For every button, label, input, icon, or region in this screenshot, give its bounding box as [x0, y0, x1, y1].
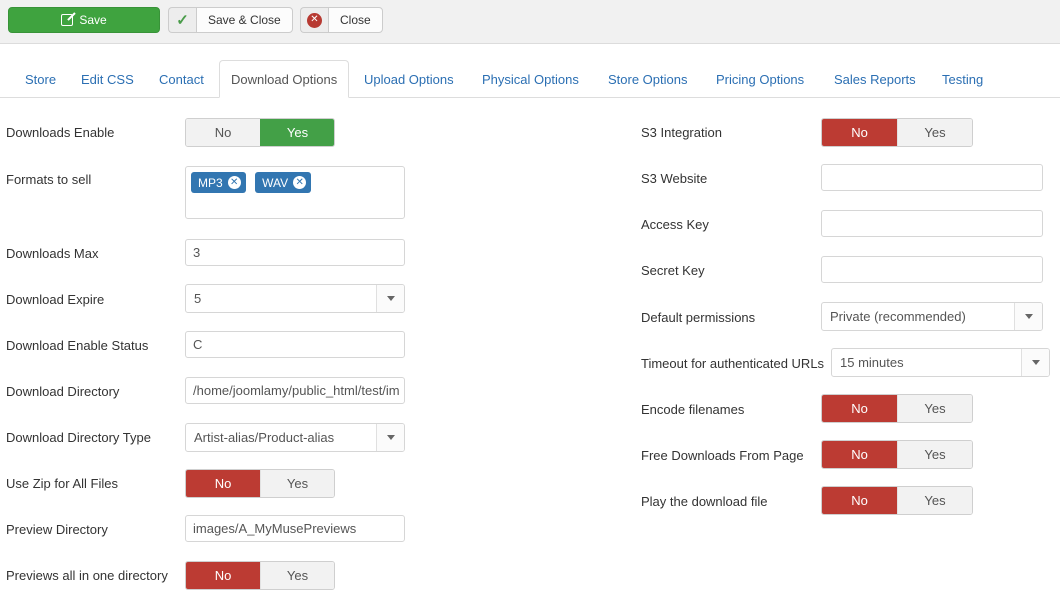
- formats-to-sell-field[interactable]: MP3 ✕ WAV ✕: [185, 166, 405, 219]
- label-s3-integration: S3 Integration: [641, 125, 722, 140]
- label-default-permissions: Default permissions: [641, 310, 755, 325]
- toggle-free-downloads-from-page-no[interactable]: No: [822, 441, 897, 468]
- label-encode-filenames: Encode filenames: [641, 402, 744, 417]
- label-download-enable-status: Download Enable Status: [6, 338, 148, 353]
- select-download-directory-type-value: Artist-alias/Product-alias: [186, 424, 376, 451]
- chevron-down-icon[interactable]: [376, 424, 404, 451]
- save-button[interactable]: Save: [8, 7, 160, 33]
- label-use-zip-for-all-files: Use Zip for All Files: [6, 476, 118, 491]
- toggle-use-zip-for-all-files-no[interactable]: No: [186, 470, 260, 497]
- remove-tag-icon[interactable]: ✕: [228, 176, 241, 189]
- input-secret-key[interactable]: [821, 256, 1043, 283]
- toggle-downloads-enable[interactable]: No Yes: [185, 118, 335, 147]
- tag-mp3[interactable]: MP3 ✕: [191, 172, 246, 193]
- label-access-key: Access Key: [641, 217, 709, 232]
- chevron-down-icon[interactable]: [1021, 349, 1049, 376]
- toggle-play-the-download-file[interactable]: No Yes: [821, 486, 973, 515]
- input-access-key[interactable]: [821, 210, 1043, 237]
- x-circle-icon-cell[interactable]: ✕: [300, 7, 328, 33]
- label-download-expire: Download Expire: [6, 292, 104, 307]
- select-default-permissions-value: Private (recommended): [822, 303, 1014, 330]
- select-download-expire[interactable]: 5: [185, 284, 405, 313]
- tab-bar: Store Edit CSS Contact Download Options …: [0, 60, 1060, 98]
- tab-sales-reports[interactable]: Sales Reports: [823, 60, 927, 98]
- tag-wav[interactable]: WAV ✕: [255, 172, 311, 193]
- toggle-previews-all-in-one-directory[interactable]: No Yes: [185, 561, 335, 590]
- label-downloads-max: Downloads Max: [6, 246, 99, 261]
- tab-testing[interactable]: Testing: [931, 60, 994, 98]
- label-previews-all-in-one-directory: Previews all in one directory: [6, 568, 168, 583]
- tab-store-options[interactable]: Store Options: [597, 60, 699, 98]
- select-download-expire-value: 5: [186, 285, 376, 312]
- select-timeout-for-authenticated-urls[interactable]: 15 minutes: [831, 348, 1050, 377]
- save-and-close-button[interactable]: Save & Close: [196, 7, 293, 33]
- toggle-encode-filenames-no[interactable]: No: [822, 395, 897, 422]
- label-download-directory: Download Directory: [6, 384, 119, 399]
- label-formats-to-sell: Formats to sell: [6, 172, 91, 187]
- toggle-use-zip-for-all-files-yes[interactable]: Yes: [260, 470, 334, 497]
- save-and-close-button-group[interactable]: ✓ Save & Close: [168, 7, 293, 33]
- tag-wav-label: WAV: [262, 176, 288, 190]
- label-preview-directory: Preview Directory: [6, 522, 108, 537]
- toggle-free-downloads-from-page-yes[interactable]: Yes: [897, 441, 972, 468]
- toggle-previews-all-in-one-directory-no[interactable]: No: [186, 562, 260, 589]
- input-s3-website[interactable]: [821, 164, 1043, 191]
- toggle-use-zip-for-all-files[interactable]: No Yes: [185, 469, 335, 498]
- toggle-s3-integration-no[interactable]: No: [822, 119, 897, 146]
- toggle-s3-integration-yes[interactable]: Yes: [897, 119, 972, 146]
- tag-mp3-label: MP3: [198, 176, 223, 190]
- label-download-directory-type: Download Directory Type: [6, 430, 151, 445]
- save-button-label: Save: [79, 14, 106, 26]
- chevron-down-icon[interactable]: [376, 285, 404, 312]
- toggle-previews-all-in-one-directory-yes[interactable]: Yes: [260, 562, 334, 589]
- toggle-s3-integration[interactable]: No Yes: [821, 118, 973, 147]
- label-s3-website: S3 Website: [641, 171, 707, 186]
- input-download-enable-status[interactable]: C: [185, 331, 405, 358]
- save-button-group: Save: [8, 7, 160, 33]
- tab-download-options[interactable]: Download Options: [219, 60, 349, 98]
- pencil-square-icon: [61, 14, 73, 26]
- toolbar: Save ✓ Save & Close ✕ Close: [0, 0, 1060, 44]
- label-secret-key: Secret Key: [641, 263, 705, 278]
- tab-store[interactable]: Store: [14, 60, 67, 98]
- close-button-group[interactable]: ✕ Close: [300, 7, 383, 33]
- toggle-encode-filenames-yes[interactable]: Yes: [897, 395, 972, 422]
- tab-edit-css[interactable]: Edit CSS: [70, 60, 145, 98]
- tab-pricing-options[interactable]: Pricing Options: [705, 60, 815, 98]
- label-timeout-for-authenticated-urls: Timeout for authenticated URLs: [641, 356, 824, 371]
- close-button[interactable]: Close: [328, 7, 383, 33]
- input-download-directory[interactable]: /home/joomlamy/public_html/test/im: [185, 377, 405, 404]
- label-downloads-enable: Downloads Enable: [6, 125, 114, 140]
- check-icon: ✓: [176, 13, 189, 28]
- toggle-play-the-download-file-yes[interactable]: Yes: [897, 487, 972, 514]
- remove-tag-icon[interactable]: ✕: [293, 176, 306, 189]
- x-circle-icon: ✕: [307, 13, 322, 28]
- tab-contact[interactable]: Contact: [148, 60, 215, 98]
- select-timeout-for-authenticated-urls-value: 15 minutes: [832, 349, 1021, 376]
- toggle-play-the-download-file-no[interactable]: No: [822, 487, 897, 514]
- input-preview-directory[interactable]: images/A_MyMusePreviews: [185, 515, 405, 542]
- toggle-encode-filenames[interactable]: No Yes: [821, 394, 973, 423]
- chevron-down-icon[interactable]: [1014, 303, 1042, 330]
- label-free-downloads-from-page: Free Downloads From Page: [641, 448, 804, 463]
- toggle-downloads-enable-yes[interactable]: Yes: [260, 119, 334, 146]
- input-downloads-max[interactable]: 3: [185, 239, 405, 266]
- check-icon-cell[interactable]: ✓: [168, 7, 196, 33]
- toggle-free-downloads-from-page[interactable]: No Yes: [821, 440, 973, 469]
- select-download-directory-type[interactable]: Artist-alias/Product-alias: [185, 423, 405, 452]
- select-default-permissions[interactable]: Private (recommended): [821, 302, 1043, 331]
- toggle-downloads-enable-no[interactable]: No: [186, 119, 260, 146]
- label-play-the-download-file: Play the download file: [641, 494, 767, 509]
- tab-upload-options[interactable]: Upload Options: [353, 60, 465, 98]
- tab-physical-options[interactable]: Physical Options: [471, 60, 590, 98]
